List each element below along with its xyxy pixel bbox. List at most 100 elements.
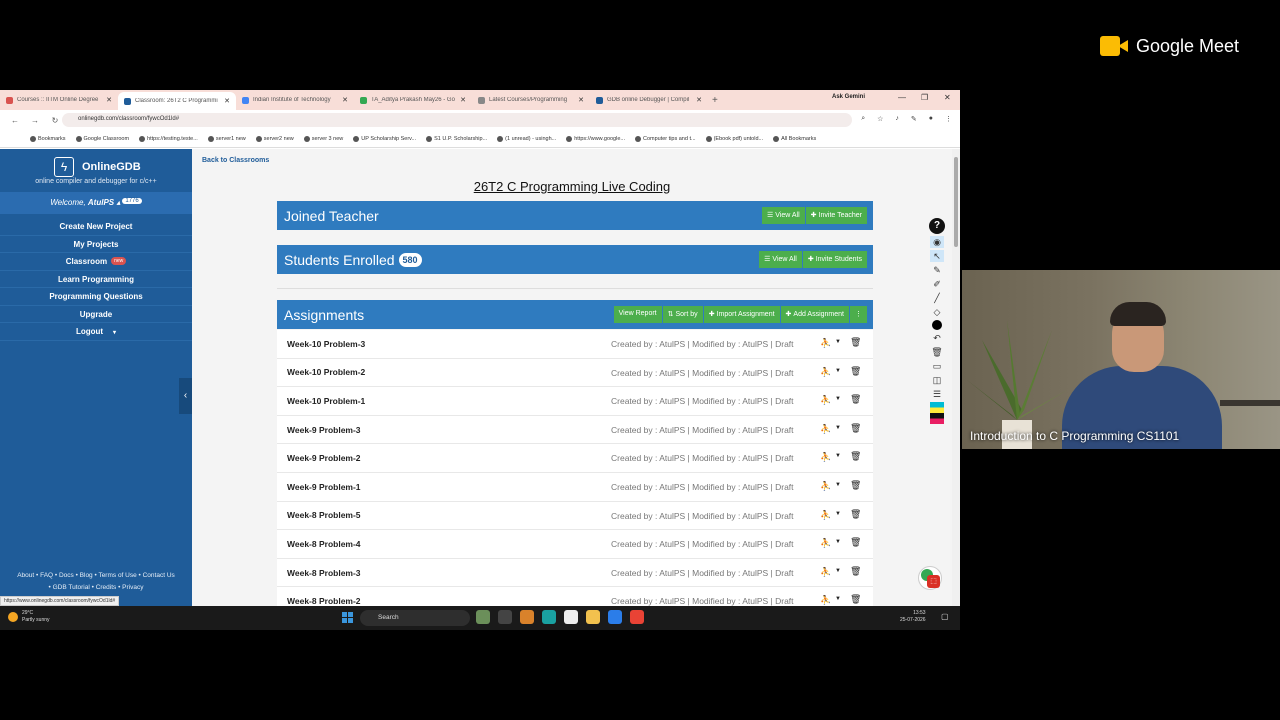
bookmark-item[interactable]: server 3 new bbox=[303, 135, 343, 142]
assignment-name[interactable]: Week-8 Problem-2 bbox=[287, 596, 361, 606]
undo-icon[interactable]: ↶ bbox=[930, 332, 944, 344]
assignment-name[interactable]: Week-8 Problem-3 bbox=[287, 568, 361, 578]
bookmark-item[interactable]: (Ebook pdf) untold... bbox=[705, 135, 763, 142]
clipboard-icon[interactable]: ☰ bbox=[930, 388, 944, 400]
highlighter-icon[interactable]: ✐ bbox=[930, 278, 944, 290]
bookmark-item[interactable]: All Bookmarks bbox=[773, 135, 816, 142]
tab-close-icon[interactable]: ✕ bbox=[224, 97, 230, 105]
bookmark-item[interactable]: Computer tips and t... bbox=[634, 135, 696, 142]
bookmark-item[interactable]: S1 U.P. Scholarship... bbox=[426, 135, 487, 142]
tab-close-icon[interactable]: ✕ bbox=[578, 96, 584, 104]
dropdown-caret-icon[interactable]: ▼ bbox=[835, 339, 841, 345]
line-icon[interactable]: ╱ bbox=[930, 292, 944, 304]
color-palette[interactable] bbox=[930, 402, 944, 424]
camera-icon[interactable]: ◫ bbox=[930, 374, 944, 386]
delete-trash-icon[interactable]: 🗑 bbox=[850, 566, 861, 577]
assignment-name[interactable]: Week-9 Problem-1 bbox=[287, 482, 361, 492]
assignment-row[interactable]: Week-10 Problem-1 Created by : AtulPS | M… bbox=[277, 387, 873, 416]
assignment-row[interactable]: Week-9 Problem-3 Created by : AtulPS | Mo… bbox=[277, 415, 873, 445]
sidebar-item-programming-questions[interactable]: Programming Questions bbox=[0, 288, 192, 306]
bookmark-item[interactable]: (1 unread) - usingh... bbox=[497, 135, 556, 142]
assign-user-icon[interactable]: ⛹ bbox=[820, 510, 831, 521]
sidebar-item-logout[interactable]: Logout ▾ bbox=[0, 323, 192, 341]
dropdown-caret-icon[interactable]: ▼ bbox=[835, 425, 841, 431]
media-icon[interactable]: ♪ bbox=[895, 115, 899, 123]
brush-size-icon[interactable] bbox=[932, 320, 942, 330]
invite-students-button[interactable]: ✚ Invite Students bbox=[802, 251, 867, 268]
new-tab-button[interactable]: + bbox=[712, 95, 718, 106]
dropdown-caret-icon[interactable]: ▼ bbox=[835, 511, 841, 517]
assign-user-icon[interactable]: ⛹ bbox=[820, 595, 831, 606]
dropdown-caret-icon[interactable]: ▼ bbox=[835, 396, 841, 402]
assignment-row[interactable]: Week-8 Problem-2 Created by : AtulPS | Mo… bbox=[277, 587, 873, 606]
sidebar-item-upgrade[interactable]: Upgrade bbox=[0, 306, 192, 323]
assignment-name[interactable]: Week-8 Problem-5 bbox=[287, 510, 361, 520]
assign-user-icon[interactable]: ⛹ bbox=[820, 481, 831, 492]
board-icon[interactable]: ▭ bbox=[930, 360, 944, 372]
delete-trash-icon[interactable]: 🗑 bbox=[850, 394, 861, 405]
notification-icon[interactable]: ▢ bbox=[941, 612, 949, 621]
eraser-icon[interactable]: ◇ bbox=[930, 306, 944, 318]
assignment-row[interactable]: Week-9 Problem-1 Created by : AtulPS | Mo… bbox=[277, 472, 873, 502]
bookmark-item[interactable]: server1 new bbox=[207, 135, 246, 142]
back-to-classrooms-link[interactable]: Back to Classrooms bbox=[202, 157, 269, 164]
bookmark-item[interactable]: https://www.google... bbox=[566, 135, 625, 142]
tab-close-icon[interactable]: ✕ bbox=[460, 96, 466, 104]
url-field[interactable]: onlinegdb.com/classroom/fywcOd1ld# bbox=[62, 113, 852, 127]
assign-user-icon[interactable]: ⛹ bbox=[820, 424, 831, 435]
invite-teacher-button[interactable]: ✚ Invite Teacher bbox=[805, 207, 867, 224]
edge-browser-icon[interactable] bbox=[608, 610, 622, 624]
browser-tab[interactable]: Latest Courses/Programming ✕ bbox=[472, 91, 590, 109]
delete-trash-icon[interactable]: 🗑 bbox=[850, 509, 861, 520]
taskbar-clock[interactable]: 13:53 25-07-2026 bbox=[900, 610, 926, 624]
footer-line-1[interactable]: About • FAQ • Docs • Blog • Terms of Use… bbox=[0, 570, 192, 582]
restore-icon[interactable]: ❐ bbox=[921, 93, 928, 102]
tab-close-icon[interactable]: ✕ bbox=[342, 96, 348, 104]
username[interactable]: AtulPS bbox=[88, 198, 114, 207]
windows-start-icon[interactable] bbox=[342, 612, 353, 623]
assign-user-icon[interactable]: ⛹ bbox=[820, 452, 831, 463]
dropdown-caret-icon[interactable]: ▼ bbox=[835, 568, 841, 574]
add-assignment-button[interactable]: ✚ Add Assignment bbox=[780, 306, 849, 323]
forward-arrow-icon[interactable]: → bbox=[30, 116, 40, 125]
assignment-row[interactable]: Week-10 Problem-2 Created by : AtulPS | M… bbox=[277, 358, 873, 388]
sidebar-item-learn-programming[interactable]: Learn Programming bbox=[0, 271, 192, 288]
sidebar-item-my-projects[interactable]: My Projects bbox=[0, 236, 192, 253]
assign-user-icon[interactable]: ⛹ bbox=[820, 367, 831, 378]
assignment-row[interactable]: Week-8 Problem-3 Created by : AtulPS | Mo… bbox=[277, 558, 873, 588]
ask-gemini-button[interactable]: Ask Gemini bbox=[832, 94, 865, 100]
profile-avatar[interactable]: ● bbox=[929, 115, 933, 123]
collapse-sidebar-button[interactable]: ‹ bbox=[179, 378, 192, 414]
sidebar-item-create-new-project[interactable]: Create New Project bbox=[0, 218, 192, 236]
more-options-button[interactable]: ⋮ bbox=[850, 306, 867, 323]
delete-trash-icon[interactable]: 🗑 bbox=[850, 480, 861, 491]
edge-app-icon[interactable] bbox=[542, 610, 556, 624]
delete-trash-icon[interactable]: 🗑 bbox=[850, 366, 861, 377]
dropdown-caret-icon[interactable]: ▼ bbox=[835, 482, 841, 488]
back-arrow-icon[interactable]: ← bbox=[10, 116, 20, 125]
bookmark-item[interactable]: UP Scholarship Serv... bbox=[353, 135, 416, 142]
tab-close-icon[interactable]: ✕ bbox=[106, 96, 112, 104]
file-explorer-icon[interactable] bbox=[586, 610, 600, 624]
browser-tab[interactable]: Classroom: 26T2 C Programmi ✕ bbox=[118, 92, 236, 110]
bookmark-star-icon[interactable]: ☆ bbox=[877, 115, 883, 123]
browser-menu-icon[interactable]: ⋮ bbox=[945, 115, 952, 123]
browser-tab[interactable]: Indian Institute of Technology ✕ bbox=[236, 91, 354, 109]
delete-trash-icon[interactable]: 🗑 bbox=[850, 451, 861, 462]
delete-trash-icon[interactable]: 🗑 bbox=[850, 423, 861, 434]
dropdown-caret-icon[interactable]: ▼ bbox=[835, 453, 841, 459]
floating-recorder-button[interactable]: ⬚ bbox=[918, 566, 942, 590]
bookmark-item[interactable]: server2 new bbox=[255, 135, 294, 142]
assignment-row[interactable]: Week-8 Problem-4 Created by : AtulPS | Mo… bbox=[277, 530, 873, 559]
taskbar-search[interactable]: Search bbox=[360, 610, 470, 626]
footer-links[interactable]: About • FAQ • Docs • Blog • Terms of Use… bbox=[0, 570, 192, 594]
speaker-video-tile[interactable]: Introduction to C Programming CS1101 bbox=[962, 270, 1280, 449]
brand[interactable]: ϟ OnlineGDB bbox=[54, 157, 141, 177]
sidebar-item-classroom[interactable]: Classroom new bbox=[0, 253, 192, 271]
dropdown-caret-icon[interactable]: ▼ bbox=[835, 368, 841, 374]
trash-icon[interactable]: 🗑 bbox=[930, 346, 944, 358]
assignment-name[interactable]: Week-8 Problem-4 bbox=[287, 539, 361, 549]
import-assignment-button[interactable]: ✚ Import Assignment bbox=[703, 306, 780, 323]
task-view-icon[interactable] bbox=[498, 610, 512, 624]
delete-trash-icon[interactable]: 🗑 bbox=[850, 537, 861, 548]
